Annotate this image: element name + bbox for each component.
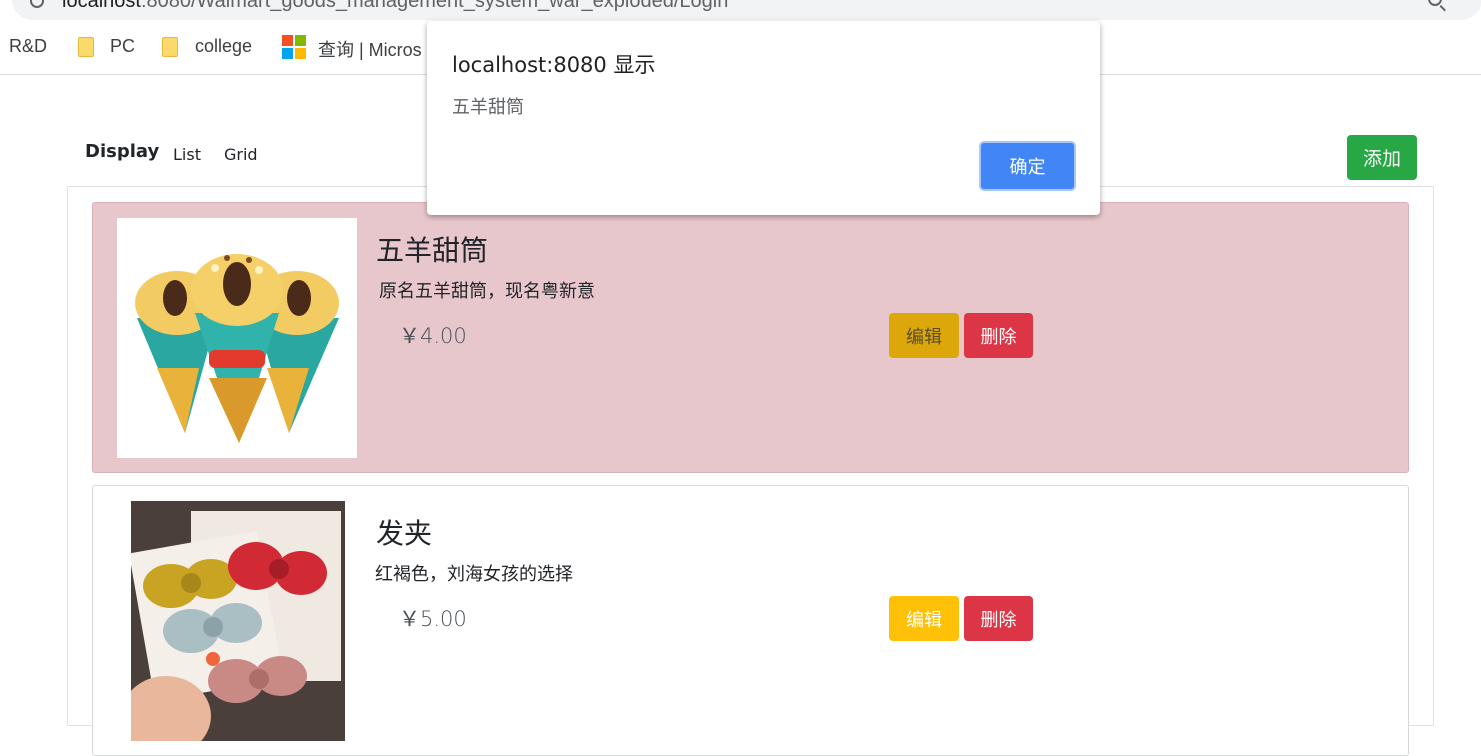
product-title: 发夹: [376, 517, 433, 550]
url-path: :8080/Walmart_goods_management_system_wa…: [140, 0, 729, 12]
edit-button[interactable]: 编辑: [889, 596, 959, 641]
microsoft-icon: [282, 35, 306, 59]
hair-clips-image: [131, 501, 345, 741]
product-title: 五羊甜筒: [376, 234, 489, 267]
nav-link-list[interactable]: List: [173, 145, 201, 164]
product-card[interactable]: 五羊甜筒 原名五羊甜筒，现名粤新意 ￥4.00 编辑 删除: [92, 202, 1409, 473]
dialog-message: 五羊甜筒: [452, 97, 524, 118]
edit-button[interactable]: 编辑: [889, 313, 959, 358]
dialog-ok-button[interactable]: 确定: [979, 141, 1076, 191]
dialog-title: localhost:8080 显示: [452, 53, 656, 77]
url-text[interactable]: localhost:8080/Walmart_goods_management_…: [62, 0, 728, 13]
product-description: 红褐色，刘海女孩的选择: [375, 564, 573, 585]
ice-cream-cones-image: [117, 218, 357, 458]
nav-brand[interactable]: Display: [85, 141, 159, 162]
product-card[interactable]: 发夹 红褐色，刘海女孩的选择 ￥5.00 编辑 删除: [92, 485, 1409, 756]
bookmark-rd[interactable]: R&D: [9, 36, 47, 57]
bookmark-college[interactable]: college: [195, 36, 252, 57]
address-bar: localhost:8080/Walmart_goods_management_…: [0, 0, 1481, 22]
delete-button[interactable]: 删除: [964, 596, 1033, 641]
bookmark-pc[interactable]: PC: [110, 36, 135, 57]
nav-link-grid[interactable]: Grid: [224, 145, 258, 164]
folder-icon: [162, 37, 178, 57]
add-button[interactable]: 添加: [1347, 135, 1417, 180]
product-price: ￥5.00: [399, 607, 467, 631]
url-host: localhost: [62, 0, 141, 12]
folder-icon: [78, 37, 94, 57]
product-description: 原名五羊甜筒，现名粤新意: [379, 281, 595, 302]
delete-button[interactable]: 删除: [964, 313, 1033, 358]
product-price: ￥4.00: [399, 324, 467, 348]
bookmark-query[interactable]: 查询 | Micros: [318, 36, 422, 62]
alert-dialog: localhost:8080 显示 五羊甜筒 确定: [427, 21, 1100, 215]
